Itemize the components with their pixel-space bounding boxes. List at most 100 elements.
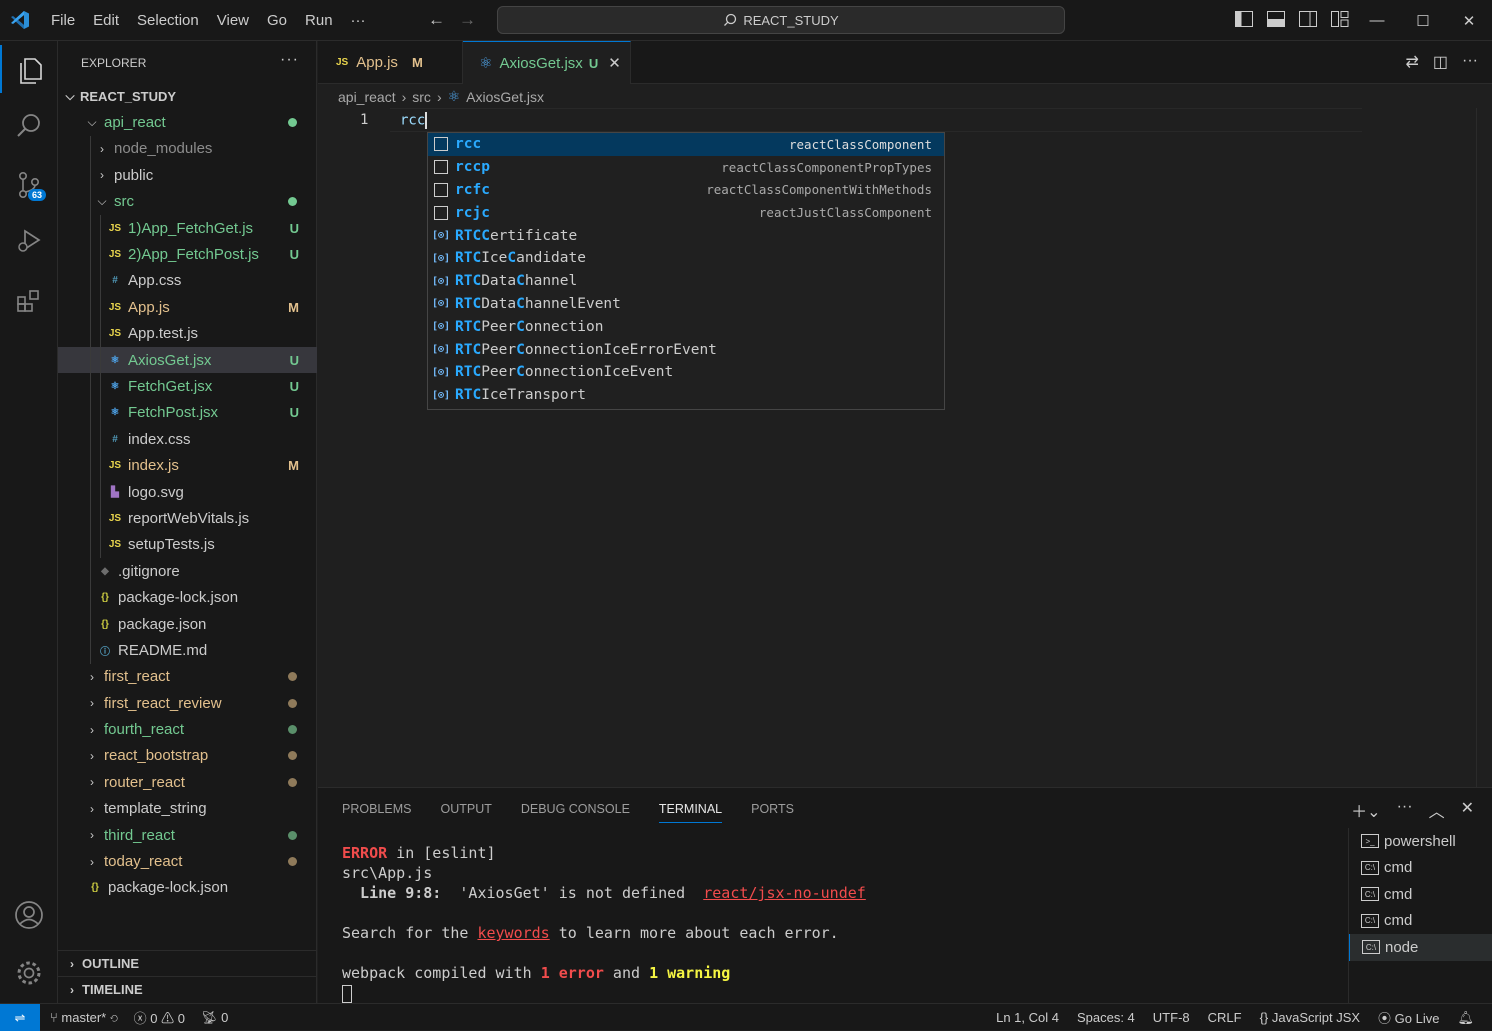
maximize-icon[interactable]: ☐ xyxy=(1400,0,1446,41)
tree-item[interactable]: {} package-lock.json xyxy=(58,584,317,611)
tab-output[interactable]: OUTPUT xyxy=(440,802,491,823)
tree-item[interactable]: JS index.js M xyxy=(58,452,317,479)
tree-item[interactable]: ⌵ src xyxy=(58,188,317,215)
toggle-panel-icon[interactable] xyxy=(1266,10,1286,28)
toggle-primary-sidebar-icon[interactable] xyxy=(1234,10,1254,28)
terminal-output[interactable]: ERROR in [eslint] src\App.js Line 9:8: '… xyxy=(342,843,866,1003)
customize-layout-icon[interactable] xyxy=(1330,10,1350,28)
compare-changes-icon[interactable]: ⇄ xyxy=(1405,52,1418,72)
tree-item[interactable]: JS 2)App_FetchPost.js U xyxy=(58,241,317,268)
close-panel-icon[interactable]: ✕ xyxy=(1461,798,1474,822)
menu-file[interactable]: File xyxy=(42,12,84,29)
menu-more[interactable]: ··· xyxy=(342,12,375,29)
breadcrumb-item[interactable]: src xyxy=(412,89,431,105)
tree-item[interactable]: › router_react xyxy=(58,769,317,795)
back-arrow-icon[interactable]: ← xyxy=(428,10,445,30)
tree-item[interactable]: ⚛ FetchGet.jsx U xyxy=(58,373,317,400)
cursor-position[interactable]: Ln 1, Col 4 xyxy=(996,1010,1059,1025)
tree-item[interactable]: ⚛ AxiosGet.jsx U xyxy=(58,346,317,374)
suggestion-item[interactable]: [⊙] RTCDataChannelEvent xyxy=(428,293,944,316)
workspace-root[interactable]: ⌵ REACT_STUDY xyxy=(58,83,317,109)
manage-activity[interactable] xyxy=(0,949,58,997)
suggestion-item[interactable]: rcjc reactJustClassComponent xyxy=(428,201,944,224)
tree-item[interactable]: ⓘ README.md xyxy=(58,637,317,664)
tree-item[interactable]: ◆ .gitignore xyxy=(58,558,317,585)
tree-item[interactable]: › react_bootstrap xyxy=(58,743,317,769)
tree-item[interactable]: JS reportWebVitals.js xyxy=(58,505,317,532)
menu-view[interactable]: View xyxy=(208,12,258,29)
suggestion-item[interactable]: [⊙] RTCIceCandidate xyxy=(428,247,944,270)
suggestion-item[interactable]: [⊙] RTCPeerConnectionIceEvent xyxy=(428,361,944,384)
maximize-panel-icon[interactable]: ︿ xyxy=(1429,798,1445,822)
terminal-link[interactable]: react/jsx-no-undef xyxy=(703,884,866,902)
terminal-link[interactable]: keywords xyxy=(477,924,549,942)
suggestion-item[interactable]: [⊙] RTCCertificate xyxy=(428,224,944,247)
ports-item[interactable]: 📡︎ 0 xyxy=(201,1010,228,1026)
suggestion-item[interactable]: rcc reactClassComponent xyxy=(428,133,944,156)
more-actions-icon[interactable]: ··· xyxy=(1462,52,1478,72)
language-mode[interactable]: {} JavaScript JSX xyxy=(1260,1010,1360,1025)
terminal-instance[interactable]: C:\ cmd xyxy=(1349,855,1492,882)
breadcrumb-item[interactable]: api_react xyxy=(338,89,396,105)
tab-axiosget-jsx[interactable]: ⚛ AxiosGet.jsx U ✕ xyxy=(463,41,631,84)
breadcrumb-item[interactable]: AxiosGet.jsx xyxy=(466,89,544,105)
tree-item[interactable]: # App.css xyxy=(58,267,317,295)
menu-go[interactable]: Go xyxy=(258,12,296,29)
more-actions-icon[interactable]: ··· xyxy=(280,51,299,69)
menu-run[interactable]: Run xyxy=(296,12,342,29)
new-terminal-icon[interactable]: ＋⌄ xyxy=(1351,798,1380,822)
accounts-activity[interactable] xyxy=(0,891,58,939)
source-control-activity[interactable]: 63 xyxy=(0,161,58,209)
tab-problems[interactable]: PROBLEMS xyxy=(342,802,411,823)
notifications-bell-icon[interactable]: 🔔︎ xyxy=(1457,1010,1474,1026)
indentation[interactable]: Spaces: 4 xyxy=(1077,1010,1135,1025)
toggle-secondary-sidebar-icon[interactable] xyxy=(1298,10,1318,28)
explorer-activity[interactable] xyxy=(0,45,58,93)
menu-selection[interactable]: Selection xyxy=(128,12,208,29)
tree-item[interactable]: JS App.js M xyxy=(58,294,317,321)
close-window-icon[interactable]: ✕ xyxy=(1446,0,1492,41)
terminal-instance[interactable]: C:\ node xyxy=(1349,934,1492,961)
tab-app-js[interactable]: JS App.js M xyxy=(318,41,463,84)
tree-item[interactable]: › third_react xyxy=(58,822,317,848)
outline-section[interactable]: › OUTLINE xyxy=(58,950,317,976)
tree-item[interactable]: › first_react_review xyxy=(58,690,317,716)
more-actions-icon[interactable]: ··· xyxy=(1397,798,1413,822)
run-debug-activity[interactable] xyxy=(0,216,58,264)
terminal-instance[interactable]: C:\ cmd xyxy=(1349,908,1492,935)
suggestion-item[interactable]: [⊙] RTCIceTransport xyxy=(428,384,944,407)
tree-item[interactable]: # index.css xyxy=(58,426,317,453)
encoding[interactable]: UTF-8 xyxy=(1153,1010,1190,1025)
tab-ports[interactable]: PORTS xyxy=(751,802,794,823)
suggestion-item[interactable]: [⊙] RTCDataChannel xyxy=(428,270,944,293)
tab-debug-console[interactable]: DEBUG CONSOLE xyxy=(521,802,630,823)
terminal-instance[interactable]: >_ powershell xyxy=(1349,828,1492,855)
timeline-section[interactable]: › TIMELINE xyxy=(58,976,317,1002)
tree-item[interactable]: ▙ logo.svg xyxy=(58,478,317,506)
editor-scrollbar[interactable] xyxy=(1476,108,1492,788)
go-live-button[interactable]: ⦿ Go Live xyxy=(1378,1008,1439,1027)
suggestion-item[interactable]: [⊙] RTCPeerConnection xyxy=(428,315,944,338)
tree-item[interactable]: › first_react xyxy=(58,664,317,690)
tree-item[interactable]: › template_string xyxy=(58,796,317,822)
remote-indicator[interactable]: ⇌ xyxy=(0,1004,40,1031)
search-activity[interactable] xyxy=(0,102,58,150)
tree-item[interactable]: ⚛ FetchPost.jsx U xyxy=(58,399,317,427)
menu-edit[interactable]: Edit xyxy=(84,12,128,29)
forward-arrow-icon[interactable]: → xyxy=(459,10,476,30)
tree-item[interactable]: › fourth_react xyxy=(58,716,317,742)
problems-item[interactable]: ⓧ 0 ⚠ 0 xyxy=(134,1008,185,1027)
tree-item[interactable]: {} package.json xyxy=(58,610,317,638)
close-tab-icon[interactable]: ✕ xyxy=(608,54,621,72)
terminal-instance[interactable]: C:\ cmd xyxy=(1349,881,1492,908)
split-editor-icon[interactable]: ◫ xyxy=(1433,52,1448,72)
minimize-icon[interactable]: — xyxy=(1354,0,1400,41)
suggestion-item[interactable]: [⊙] RTCPeerConnectionIceErrorEvent xyxy=(428,338,944,361)
tree-item[interactable]: JS setupTests.js xyxy=(58,531,317,559)
tree-item[interactable]: {} package-lock.json xyxy=(58,875,317,901)
branch-item[interactable]: ⑂ master* ⟲ xyxy=(50,1010,118,1025)
extensions-activity[interactable] xyxy=(0,277,58,325)
suggestion-item[interactable]: rccp reactClassComponentPropTypes xyxy=(428,156,944,179)
tree-item[interactable]: JS App.test.js xyxy=(58,320,317,347)
tree-item[interactable]: › today_react xyxy=(58,848,317,874)
